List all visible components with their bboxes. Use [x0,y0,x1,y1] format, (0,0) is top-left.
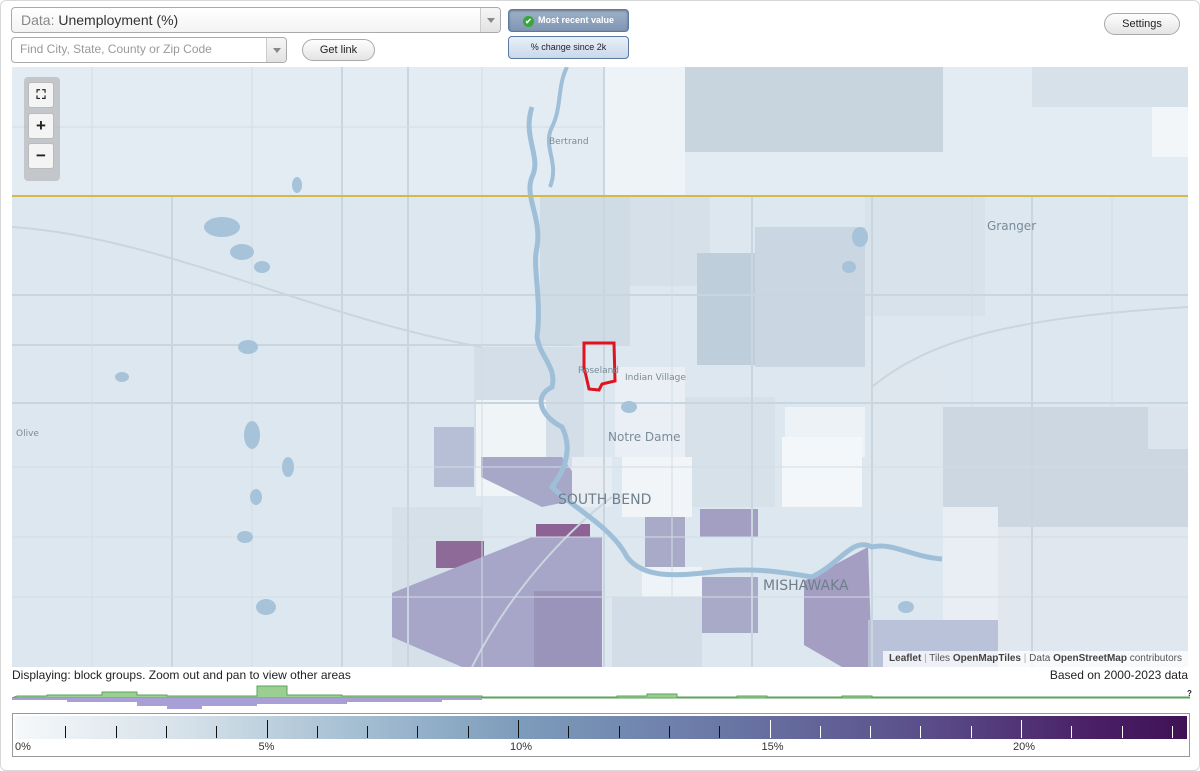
most-recent-value-toggle[interactable]: ✔ Most recent value [508,9,629,32]
data-label: Data [1029,653,1051,664]
legend-tick [1121,726,1123,738]
histogram-recent [12,685,1190,699]
place-label-roseland: Roseland [578,366,620,376]
map[interactable]: Bertrand Granger Roseland Indian Village… [12,67,1188,667]
legend-tick [870,726,872,738]
legend-label: 5% [258,741,275,753]
legend-tick [518,720,519,738]
legend-tick [970,726,972,738]
data-years-note: Based on 2000-2023 data [1049,668,1188,682]
legend-tick [1071,726,1073,738]
color-legend: 0% 5% 10% 15% 20% [12,713,1190,757]
place-label-bertrand: Bertrand [549,137,589,147]
legend-tick [316,726,318,738]
legend-tick [165,726,167,738]
legend-tick [216,726,218,738]
data-select-value: Unemployment (%) [58,12,179,28]
place-label-notre-dame: Notre Dame [608,430,681,444]
place-label-south-bend: SOUTH BEND [558,492,652,508]
legend-tick [1171,726,1173,738]
legend-label: 10% [510,741,533,753]
data-select-label: Data: [21,12,55,28]
place-label-olive: Olive [16,429,39,439]
legend-label: 15% [761,741,784,753]
zoom-out-button[interactable]: − [28,143,54,169]
zoom-control: ⛶ + − [24,77,60,181]
place-label-mishawaka: MISHAWAKA [763,578,849,594]
legend-tick [65,726,67,738]
openmaptiles-link[interactable]: OpenMapTiles [953,653,1021,664]
data-select-text: Data: Unemployment (%) [21,12,178,28]
legend-tick [668,726,670,738]
settings-button[interactable]: Settings [1104,13,1180,35]
map-attribution: Leaflet | Tiles OpenMapTiles | Data Open… [883,651,1188,667]
data-select[interactable]: Data: Unemployment (%) [11,7,501,33]
leaflet-link[interactable]: Leaflet [889,653,921,664]
fullscreen-icon[interactable]: ⛶ [28,82,54,108]
legend-tick [920,726,922,738]
location-search-input[interactable] [20,42,260,56]
legend-tick [417,726,419,738]
legend-tick [568,726,570,738]
percent-change-toggle[interactable]: % change since 2k [508,36,629,59]
legend-tick [367,726,369,738]
openstreetmap-link[interactable]: OpenStreetMap [1053,653,1127,664]
legend-tick [769,720,771,738]
legend-label: 0% [15,741,31,753]
get-link-button[interactable]: Get link [302,39,375,61]
legend-tick [618,726,620,738]
displaying-note: Displaying: block groups. Zoom out and p… [12,668,351,682]
legend-tick [266,720,268,738]
legend-tick [819,726,821,738]
check-icon: ✔ [522,16,534,27]
tiles-label: Tiles [929,653,951,664]
chevron-down-icon[interactable] [480,8,500,32]
legend-tick [1021,720,1022,738]
chevron-down-icon[interactable] [266,38,286,62]
help-icon[interactable]: ? [1187,689,1192,698]
most-recent-value-label: Most recent value [537,15,615,25]
place-label-granger: Granger [987,219,1037,233]
legend-tick [115,726,117,738]
michigan-area [12,67,1188,196]
location-search[interactable] [11,37,287,63]
legend-tick [719,726,721,738]
histogram-baseline [12,698,482,709]
legend-label: 20% [1013,741,1036,753]
legend-gradient-bar [15,716,1187,739]
distribution-histogram [12,685,1190,709]
legend-tick [467,726,469,738]
zoom-in-button[interactable]: + [28,113,54,139]
contributors-label: contributors [1129,653,1182,664]
place-label-indian-village: Indian Village [625,373,686,383]
